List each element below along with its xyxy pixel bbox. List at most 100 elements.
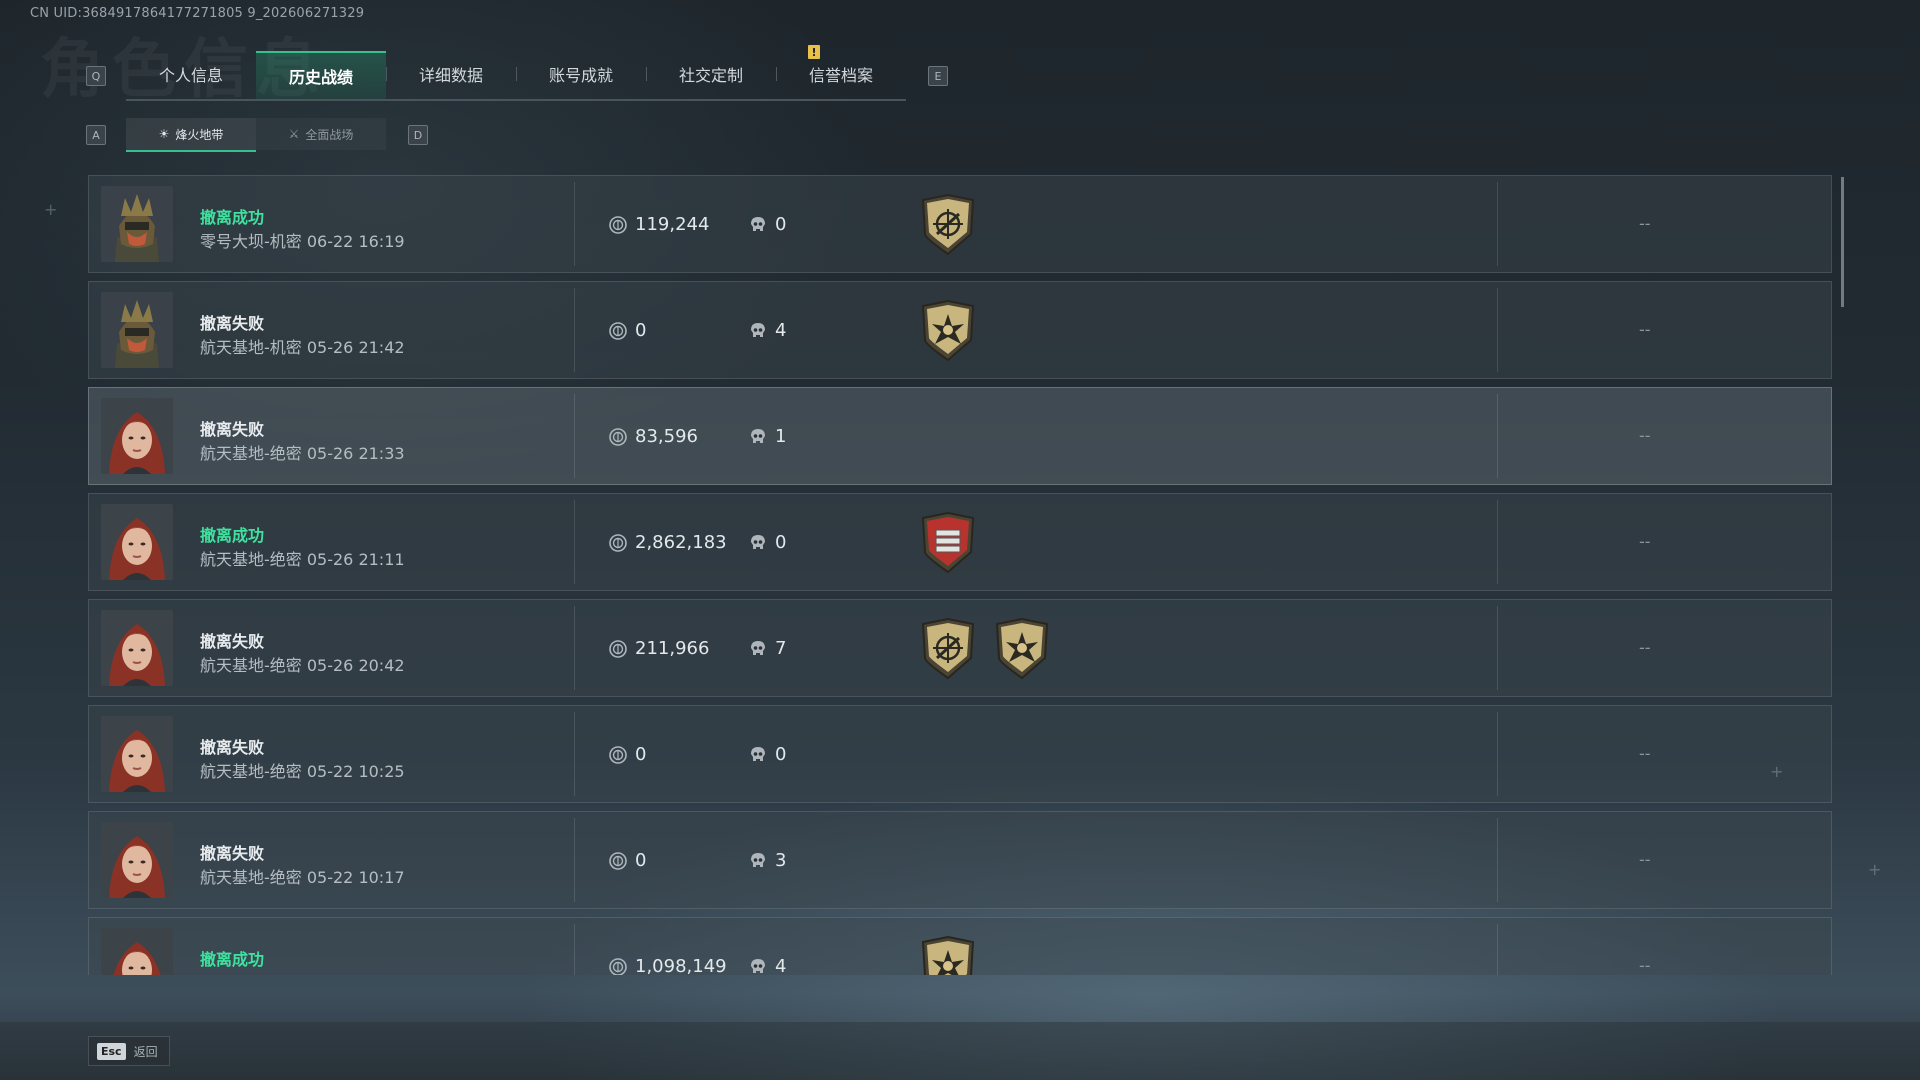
- map-and-time: 航天基地-绝密 05-22 10:17: [200, 868, 405, 887]
- coins-value-group: 0: [609, 744, 646, 765]
- coins-value-group: 0: [609, 320, 646, 341]
- column-divider: [574, 182, 575, 266]
- column-divider: [1497, 288, 1498, 372]
- decor-plus-icon: +: [1868, 860, 1882, 879]
- match-record-row[interactable]: 撤离失败 航天基地-机密 05-26 21:42 0 4 --: [88, 281, 1832, 379]
- sub-tabs: ☀ 烽火地带 ⚔ 全面战场: [126, 118, 386, 152]
- red-hair-operator-avatar: [101, 822, 173, 898]
- skull-icon: [749, 216, 767, 234]
- decor-plus-icon: +: [1770, 762, 1784, 781]
- scrollbar[interactable]: [1841, 177, 1844, 307]
- subtab-2[interactable]: ⚔ 全面战场: [256, 118, 386, 150]
- helmet-operator-avatar: [101, 186, 173, 262]
- match-record-row[interactable]: 撤离失败 航天基地-绝密 05-26 21:33 83,596 1 --: [88, 387, 1832, 485]
- extra-value: --: [1639, 532, 1651, 551]
- kills-value-group: 7: [749, 638, 786, 659]
- kills-value: 4: [775, 956, 787, 975]
- coins-value: 0: [635, 850, 647, 871]
- tab-6[interactable]: 信誉档案: [776, 51, 906, 97]
- coins-value: 1,098,149: [635, 956, 727, 975]
- skull-icon: [749, 640, 767, 658]
- coins-value-group: 83,596: [609, 426, 698, 447]
- match-record-row[interactable]: 撤离失败 航天基地-绝密 05-26 20:42 211,966 7 --: [88, 599, 1832, 697]
- main-tabs: ! 个人信息 历史战绩 详细数据 账号成就 社交定制 信誉档案: [126, 45, 906, 101]
- back-label: 返回: [133, 1044, 158, 1059]
- coins-value: 0: [635, 320, 647, 341]
- coins-value-group: 211,966: [609, 638, 709, 659]
- extra-value: --: [1639, 214, 1651, 233]
- extraction-status: 撤离成功: [200, 950, 265, 969]
- match-record-row[interactable]: 撤离成功零号大坝-机密 06-22 16:19 119,244 0 --: [88, 175, 1832, 273]
- kills-value-group: 0: [749, 214, 786, 235]
- map-and-time: 零号大坝-机密 06-22 16:19: [200, 232, 405, 251]
- red-hair-operator-avatar: [101, 610, 173, 686]
- warfare-icon: ⚔: [288, 127, 300, 141]
- map-and-time: 航天基地-绝密 05-26 21:33: [200, 444, 405, 463]
- coins-value: 83,596: [635, 426, 698, 447]
- extraction-status: 撤离成功: [200, 208, 265, 227]
- coins-value: 211,966: [635, 638, 710, 659]
- column-divider: [574, 712, 575, 796]
- red-hair-operator-avatar: [101, 398, 173, 474]
- coins-value: 119,244: [635, 214, 710, 235]
- subtab-prev-key[interactable]: A: [86, 125, 106, 145]
- extra-value: --: [1639, 426, 1651, 445]
- kills-value: 0: [775, 532, 787, 553]
- red-hair-operator-avatar: [101, 928, 173, 975]
- crosshair-medal-icon[interactable]: [919, 193, 977, 256]
- tab-4[interactable]: 账号成就: [516, 51, 646, 97]
- extra-value: --: [1639, 320, 1651, 339]
- coin-icon: [609, 745, 627, 764]
- back-button[interactable]: Esc 返回: [88, 1036, 170, 1066]
- kills-value: 1: [775, 426, 787, 447]
- match-record-row[interactable]: 撤离成功 航天基地-绝密 05-26 21:11 2,862,183 0 --: [88, 493, 1832, 591]
- medals: [919, 617, 1051, 680]
- kills-value: 0: [775, 744, 787, 765]
- match-record-row[interactable]: 撤离成功航天基地-绝密 05-22 09:44 1,098,149 4 --: [88, 917, 1832, 975]
- map-and-time: 航天基地-绝密 05-26 21:11: [200, 550, 405, 569]
- subtab-1[interactable]: ☀ 烽火地带: [126, 118, 256, 152]
- column-divider: [1497, 500, 1498, 584]
- coin-icon: [609, 321, 627, 340]
- tab-3[interactable]: 详细数据: [386, 51, 516, 97]
- skull-icon: [749, 534, 767, 552]
- skull-icon: [749, 852, 767, 870]
- extraction-status: 撤离失败: [200, 738, 265, 757]
- coin-icon: [609, 957, 627, 975]
- operations-icon: ☀: [158, 127, 170, 141]
- extraction-status: 撤离失败: [200, 632, 265, 651]
- tab-prev-key[interactable]: Q: [86, 66, 106, 86]
- red-hair-operator-avatar: [101, 716, 173, 792]
- kills-value-group: 1: [749, 426, 786, 447]
- subtab-next-key[interactable]: D: [408, 125, 428, 145]
- tab-5[interactable]: 社交定制: [646, 51, 776, 97]
- star-medal-icon[interactable]: [919, 935, 977, 975]
- column-divider: [1497, 712, 1498, 796]
- star-medal-icon[interactable]: [919, 299, 977, 362]
- esc-key: Esc: [97, 1042, 126, 1060]
- subtab-label: 全面战场: [305, 127, 354, 142]
- kills-value: 7: [775, 638, 787, 659]
- star-medal-icon[interactable]: [993, 617, 1051, 680]
- tab-2[interactable]: 历史战绩: [256, 51, 386, 99]
- column-divider: [574, 288, 575, 372]
- cash-medal-icon[interactable]: [919, 511, 977, 574]
- crosshair-medal-icon[interactable]: [919, 617, 977, 680]
- tab-1[interactable]: 个人信息: [126, 51, 256, 97]
- column-divider: [1497, 606, 1498, 690]
- match-record-row[interactable]: 撤离失败 航天基地-绝密 05-22 10:25 0 0 --: [88, 705, 1832, 803]
- red-hair-operator-avatar: [101, 504, 173, 580]
- tab-next-key[interactable]: E: [928, 66, 948, 86]
- column-divider: [1497, 394, 1498, 478]
- skull-icon: [749, 428, 767, 446]
- kills-value-group: 3: [749, 850, 786, 871]
- skull-icon: [749, 958, 767, 976]
- map-and-time: 航天基地-绝密 05-26 20:42: [200, 656, 405, 675]
- extra-value: --: [1639, 956, 1651, 975]
- column-divider: [574, 606, 575, 690]
- match-record-row[interactable]: 撤离失败 航天基地-绝密 05-22 10:17 0 3 --: [88, 811, 1832, 909]
- column-divider: [574, 500, 575, 584]
- medals: [919, 299, 977, 362]
- kills-value-group: 0: [749, 744, 786, 765]
- map-and-time: 航天基地-绝密 05-22 09:44: [200, 970, 405, 975]
